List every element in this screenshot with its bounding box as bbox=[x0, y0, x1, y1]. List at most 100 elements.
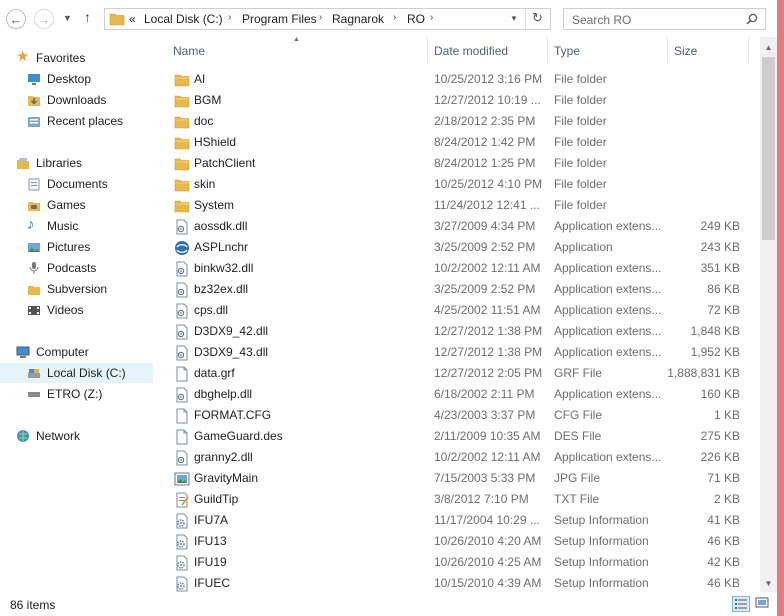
file-name: data.grf bbox=[194, 366, 235, 380]
address-segment-ragnarok[interactable]: Ragnarok bbox=[332, 12, 384, 26]
games-icon bbox=[28, 202, 40, 211]
setup-icon bbox=[176, 513, 188, 529]
file-type: CFG File bbox=[554, 408, 602, 422]
downloads-icon bbox=[28, 96, 40, 106]
file-size: 1,888,831 KB bbox=[667, 366, 740, 380]
column-divider[interactable] bbox=[427, 37, 428, 63]
file-row[interactable]: skin 10/25/2012 4:10 PM File folder bbox=[160, 174, 760, 195]
vertical-scrollbar[interactable]: ▲ ▼ bbox=[760, 37, 777, 592]
folder-icon bbox=[174, 137, 190, 150]
file-name: doc bbox=[194, 114, 214, 128]
column-header-date[interactable]: Date modified bbox=[434, 44, 508, 58]
file-row[interactable]: IFU13 10/26/2010 4:20 AM Setup Information… bbox=[160, 531, 760, 552]
details-view-button[interactable] bbox=[732, 596, 750, 612]
file-size: 351 KB bbox=[700, 261, 740, 275]
sort-ascending-icon: ▲ bbox=[293, 36, 300, 43]
file-type: Application extens... bbox=[554, 303, 662, 317]
file-row[interactable]: AI 10/25/2012 3:16 PM File folder bbox=[160, 69, 760, 90]
large-icons-view-button[interactable] bbox=[754, 596, 772, 612]
file-type: File folder bbox=[554, 114, 607, 128]
file-row[interactable]: aossdk.dll 3/27/2009 4:34 PM Application e… bbox=[160, 216, 760, 237]
file-row[interactable]: PatchClient 8/24/2012 1:25 PM File folder bbox=[160, 153, 760, 174]
file-row[interactable]: dbghelp.dll 6/18/2002 2:11 PM Application … bbox=[160, 384, 760, 405]
file-row[interactable]: BGM 12/27/2012 10:19 ... File folder bbox=[160, 90, 760, 111]
breadcrumb-separator-icon[interactable]: › bbox=[228, 12, 231, 23]
back-button[interactable]: ← bbox=[6, 9, 26, 29]
file-name: granny2.dll bbox=[194, 450, 253, 464]
column-divider[interactable] bbox=[547, 37, 548, 63]
dll-icon bbox=[176, 282, 188, 298]
scrollbar-thumb[interactable] bbox=[762, 57, 775, 240]
up-button[interactable]: ↑ bbox=[84, 9, 91, 25]
file-name: aossdk.dll bbox=[194, 219, 248, 233]
address-segment-local-disk[interactable]: Local Disk (C:) bbox=[144, 12, 223, 26]
item-count: 86 items bbox=[10, 598, 56, 612]
nav-item-local-disk[interactable]: Local Disk (C:) bbox=[0, 363, 153, 383]
scroll-down-icon[interactable]: ▼ bbox=[760, 575, 777, 592]
file-name: GuildTip bbox=[194, 492, 239, 506]
file-row[interactable]: GameGuard.des 2/11/2009 10:35 AM DES File 2… bbox=[160, 426, 760, 447]
search-icon[interactable] bbox=[746, 13, 758, 25]
search-box[interactable] bbox=[563, 8, 766, 30]
network-icon bbox=[17, 430, 29, 442]
file-size: 71 KB bbox=[707, 471, 740, 485]
address-toolbar: ← → ▼ ↑ « Local Disk (C:) › Program File… bbox=[0, 0, 784, 37]
file-date-modified: 10/2/2002 12:11 AM bbox=[434, 450, 541, 464]
file-row[interactable]: granny2.dll 10/2/2002 12:11 AM Application… bbox=[160, 447, 760, 468]
column-header-size[interactable]: Size bbox=[674, 44, 697, 58]
file-type: Application bbox=[554, 240, 613, 254]
breadcrumb-separator-icon[interactable]: › bbox=[319, 12, 322, 23]
file-date-modified: 10/25/2012 3:16 PM bbox=[434, 72, 543, 86]
file-date-modified: 3/25/2009 2:52 PM bbox=[434, 282, 536, 296]
address-history-dropdown[interactable]: ▼ bbox=[510, 14, 518, 23]
file-name: D3DX9_43.dll bbox=[194, 345, 269, 359]
file-row[interactable]: binkw32.dll 10/2/2002 12:11 AM Application… bbox=[160, 258, 760, 279]
breadcrumb-separator-icon[interactable]: › bbox=[393, 12, 396, 23]
file-row[interactable]: data.grf 12/27/2012 2:05 PM GRF File 1,888,… bbox=[160, 363, 760, 384]
file-date-modified: 11/17/2004 10:29 ... bbox=[434, 513, 540, 527]
file-name: GameGuard.des bbox=[194, 429, 283, 443]
address-segment-program-files[interactable]: Program Files bbox=[242, 12, 317, 26]
setup-icon bbox=[176, 576, 188, 592]
column-divider[interactable] bbox=[748, 37, 749, 63]
file-type: Setup Information bbox=[554, 513, 649, 527]
recent-places-icon bbox=[28, 117, 40, 127]
address-segment-ro[interactable]: RO bbox=[407, 12, 425, 26]
refresh-icon[interactable]: ↻ bbox=[532, 10, 543, 26]
desktop-icon bbox=[28, 74, 40, 85]
forward-arrow-icon: → bbox=[37, 11, 51, 27]
address-overflow[interactable]: « bbox=[129, 12, 136, 26]
file-row[interactable]: D3DX9_42.dll 12/27/2012 1:38 PM Applicatio… bbox=[160, 321, 760, 342]
address-divider bbox=[525, 9, 526, 29]
file-row[interactable]: FORMAT.CFG 4/23/2003 3:37 PM CFG File 1 KB bbox=[160, 405, 760, 426]
file-row[interactable]: HShield 8/24/2012 1:42 PM File folder bbox=[160, 132, 760, 153]
file-row[interactable]: ASPLnchr 3/25/2009 2:52 PM Application 243 … bbox=[160, 237, 760, 258]
file-row[interactable]: System 11/24/2012 12:41 ... File folder bbox=[160, 195, 760, 216]
folder-icon bbox=[174, 95, 190, 108]
file-icon bbox=[176, 429, 188, 445]
scroll-up-icon[interactable]: ▲ bbox=[760, 39, 777, 56]
app-icon bbox=[175, 241, 189, 255]
file-row[interactable]: doc 2/18/2012 2:35 PM File folder bbox=[160, 111, 760, 132]
recent-locations-dropdown[interactable]: ▼ bbox=[63, 13, 72, 23]
breadcrumb-separator-icon[interactable]: › bbox=[430, 12, 433, 23]
column-divider[interactable] bbox=[667, 37, 668, 63]
file-row[interactable]: IFU7A 11/17/2004 10:29 ... Setup Informati… bbox=[160, 510, 760, 531]
file-row[interactable]: bz32ex.dll 3/25/2009 2:52 PM Application e… bbox=[160, 279, 760, 300]
file-row[interactable]: GuildTip 3/8/2012 7:10 PM TXT File 2 KB bbox=[160, 489, 760, 510]
folder-icon bbox=[174, 74, 190, 87]
column-header-type[interactable]: Type bbox=[554, 44, 580, 58]
file-date-modified: 10/26/2010 4:25 AM bbox=[434, 555, 542, 569]
column-header-name[interactable]: Name bbox=[173, 44, 205, 58]
forward-button[interactable]: → bbox=[34, 9, 54, 29]
address-bar[interactable]: « Local Disk (C:) › Program Files › Ragn… bbox=[104, 8, 551, 30]
file-size: 46 KB bbox=[707, 534, 740, 548]
file-row[interactable]: GravityMain 7/15/2003 5:33 PM JPG File 71 K… bbox=[160, 468, 760, 489]
file-row[interactable]: IFU19 10/26/2010 4:25 AM Setup Information… bbox=[160, 552, 760, 573]
file-row[interactable]: IFUEC 10/15/2010 4:39 AM Setup Information… bbox=[160, 573, 760, 594]
search-input[interactable] bbox=[570, 11, 744, 29]
folder-icon bbox=[174, 179, 190, 192]
file-row[interactable]: D3DX9_43.dll 12/27/2012 1:38 PM Applicatio… bbox=[160, 342, 760, 363]
file-date-modified: 4/23/2003 3:37 PM bbox=[434, 408, 536, 422]
file-row[interactable]: cps.dll 4/25/2002 11:51 AM Application ext… bbox=[160, 300, 760, 321]
